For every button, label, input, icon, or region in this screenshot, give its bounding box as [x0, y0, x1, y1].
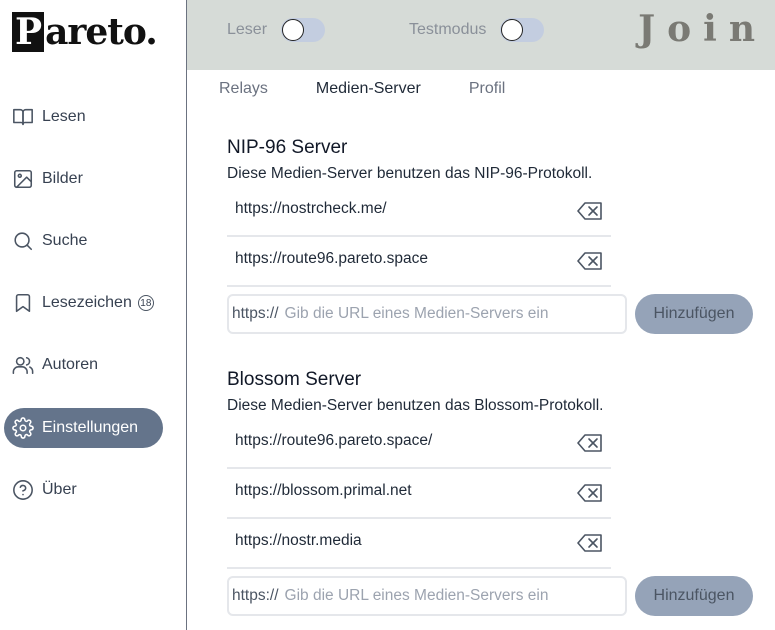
- nav-label: Über: [42, 481, 77, 498]
- url-prefix: https://: [232, 305, 279, 322]
- nip96-section-description: Diese Medien-Server benutzen das NIP-96-…: [227, 165, 593, 182]
- testmode-toggle[interactable]: [500, 18, 545, 42]
- testmode-toggle-label: Testmodus: [409, 21, 487, 38]
- nav-item-einstellungen[interactable]: Einstellungen: [4, 408, 163, 448]
- nav-label: Autoren: [42, 356, 99, 373]
- help-circle-icon: [10, 477, 36, 503]
- server-row: https://blossom.primal.net: [227, 477, 611, 519]
- testmode-toggle-group: Testmodus: [409, 16, 545, 44]
- remove-server-button[interactable]: [577, 534, 603, 552]
- backspace-icon: [577, 434, 602, 452]
- bookmark-icon: [10, 290, 36, 316]
- remove-server-button[interactable]: [577, 252, 603, 270]
- nav-item-autoren[interactable]: Autoren: [4, 345, 163, 385]
- blossom-add-field: https://: [227, 576, 627, 616]
- nav-item-lesen[interactable]: Lesen: [4, 97, 163, 137]
- reader-toggle-label: Leser: [227, 21, 268, 38]
- nav-label: Lesezeichen: [42, 294, 132, 311]
- server-row: https://route96.pareto.space: [227, 245, 611, 287]
- server-row: https://nostr.media: [227, 527, 611, 569]
- url-prefix: https://: [232, 587, 279, 604]
- top-bar: Leser Testmodus Join: [187, 0, 775, 70]
- nip96-add-field: https://: [227, 294, 627, 334]
- server-row: https://nostrcheck.me/: [227, 195, 611, 237]
- nip96-section-title: NIP-96 Server: [227, 137, 348, 158]
- reader-toggle[interactable]: [281, 18, 326, 42]
- server-url: https://blossom.primal.net: [235, 482, 412, 499]
- nip96-add-button[interactable]: Hinzufügen: [635, 294, 753, 334]
- gear-icon: [10, 415, 36, 441]
- tab-profile[interactable]: Profil: [469, 80, 505, 102]
- sidebar: Pareto. Lesen Bilder Suche Lesezeichen 1…: [0, 0, 187, 630]
- nav-label: Suche: [42, 232, 88, 249]
- server-row: https://route96.pareto.space/: [227, 427, 611, 469]
- logo-text: areto.: [45, 11, 158, 53]
- server-url: https://route96.pareto.space/: [235, 432, 433, 449]
- toggle-knob: [282, 19, 305, 41]
- tab-relays[interactable]: Relays: [219, 80, 268, 102]
- backspace-icon: [577, 534, 602, 552]
- server-url: https://nostrcheck.me/: [235, 200, 387, 217]
- book-icon: [10, 104, 36, 130]
- remove-server-button[interactable]: [577, 202, 603, 220]
- reader-toggle-group: Leser: [227, 16, 326, 44]
- nav-label: Bilder: [42, 170, 83, 187]
- server-url: https://route96.pareto.space: [235, 250, 429, 267]
- image-icon: [10, 166, 36, 192]
- users-icon: [10, 352, 36, 378]
- search-icon: [10, 228, 36, 254]
- join-link[interactable]: Join: [638, 8, 767, 50]
- nav-item-ueber[interactable]: Über: [4, 470, 163, 510]
- settings-tabs: Relays Medien-Server Profil: [219, 80, 553, 102]
- backspace-icon: [577, 202, 602, 220]
- blossom-add-button[interactable]: Hinzufügen: [635, 576, 753, 616]
- backspace-icon: [577, 252, 602, 270]
- bookmark-count-badge: 18: [137, 295, 154, 311]
- blossom-section-title: Blossom Server: [227, 369, 362, 390]
- remove-server-button[interactable]: [577, 484, 603, 502]
- toggle-knob: [501, 19, 524, 41]
- remove-server-button[interactable]: [577, 434, 603, 452]
- tab-media-server[interactable]: Medien-Server: [316, 80, 421, 102]
- blossom-url-input[interactable]: [284, 587, 555, 605]
- nav-label: Einstellungen: [42, 419, 139, 436]
- nav-label: Lesen: [42, 108, 86, 125]
- pareto-logo[interactable]: Pareto.: [12, 10, 158, 54]
- logo-letter: P: [12, 12, 45, 52]
- server-url: https://nostr.media: [235, 532, 362, 549]
- blossom-section-description: Diese Medien-Server benutzen das Blossom…: [227, 397, 604, 414]
- nav-item-suche[interactable]: Suche: [4, 221, 163, 261]
- nav-item-lesezeichen[interactable]: Lesezeichen 18: [4, 283, 163, 323]
- backspace-icon: [577, 484, 602, 502]
- nav-item-bilder[interactable]: Bilder: [4, 159, 163, 199]
- nip96-url-input[interactable]: [284, 305, 555, 323]
